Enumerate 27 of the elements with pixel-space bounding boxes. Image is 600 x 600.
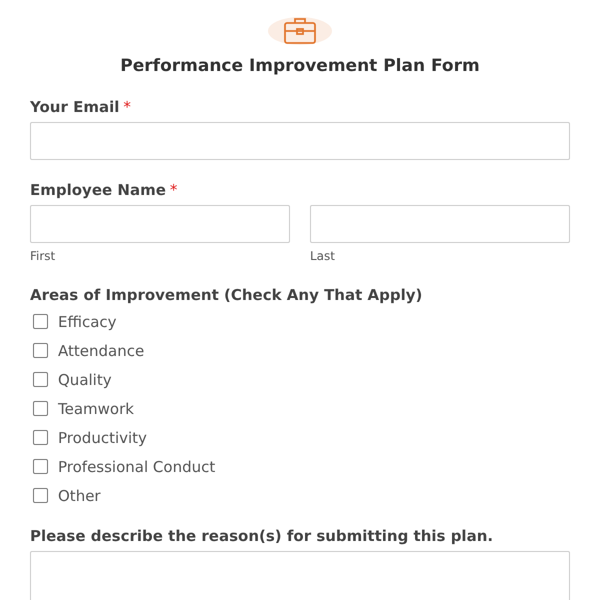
required-mark: *: [170, 180, 178, 200]
option-label: Attendance: [58, 342, 144, 360]
name-field[interactable]: [30, 205, 290, 243]
field-label: Areas of Improvement (Check Any That Apply): [30, 285, 422, 305]
email-field[interactable]: [30, 122, 570, 160]
checkbox[interactable]: [33, 343, 48, 358]
option-label: Teamwork: [58, 400, 134, 418]
briefcase-icon: [284, 17, 316, 45]
checkbox[interactable]: [33, 372, 48, 387]
checkbox[interactable]: [33, 314, 48, 329]
field-label: Please describe the reason(s) for submitting this plan.: [30, 526, 494, 546]
checkbox[interactable]: [33, 401, 48, 416]
required-mark: *: [123, 97, 131, 117]
option-label: Professional Conduct: [58, 458, 216, 476]
checkbox[interactable]: [33, 488, 48, 503]
field-label: Your Email: [30, 97, 120, 117]
option-label: Productivity: [58, 428, 147, 446]
sublabel: First: [30, 249, 56, 263]
option-label: Other: [58, 486, 101, 504]
option-label: Efficacy: [58, 312, 117, 330]
sublabel: Last: [310, 249, 336, 263]
form-title: Performance Improvement Plan Form: [119, 55, 481, 77]
name-field[interactable]: [310, 205, 570, 243]
option-label: Quality: [58, 370, 112, 388]
checkbox[interactable]: [33, 430, 48, 445]
field-label: Employee Name: [30, 180, 166, 200]
checkbox[interactable]: [33, 459, 48, 474]
